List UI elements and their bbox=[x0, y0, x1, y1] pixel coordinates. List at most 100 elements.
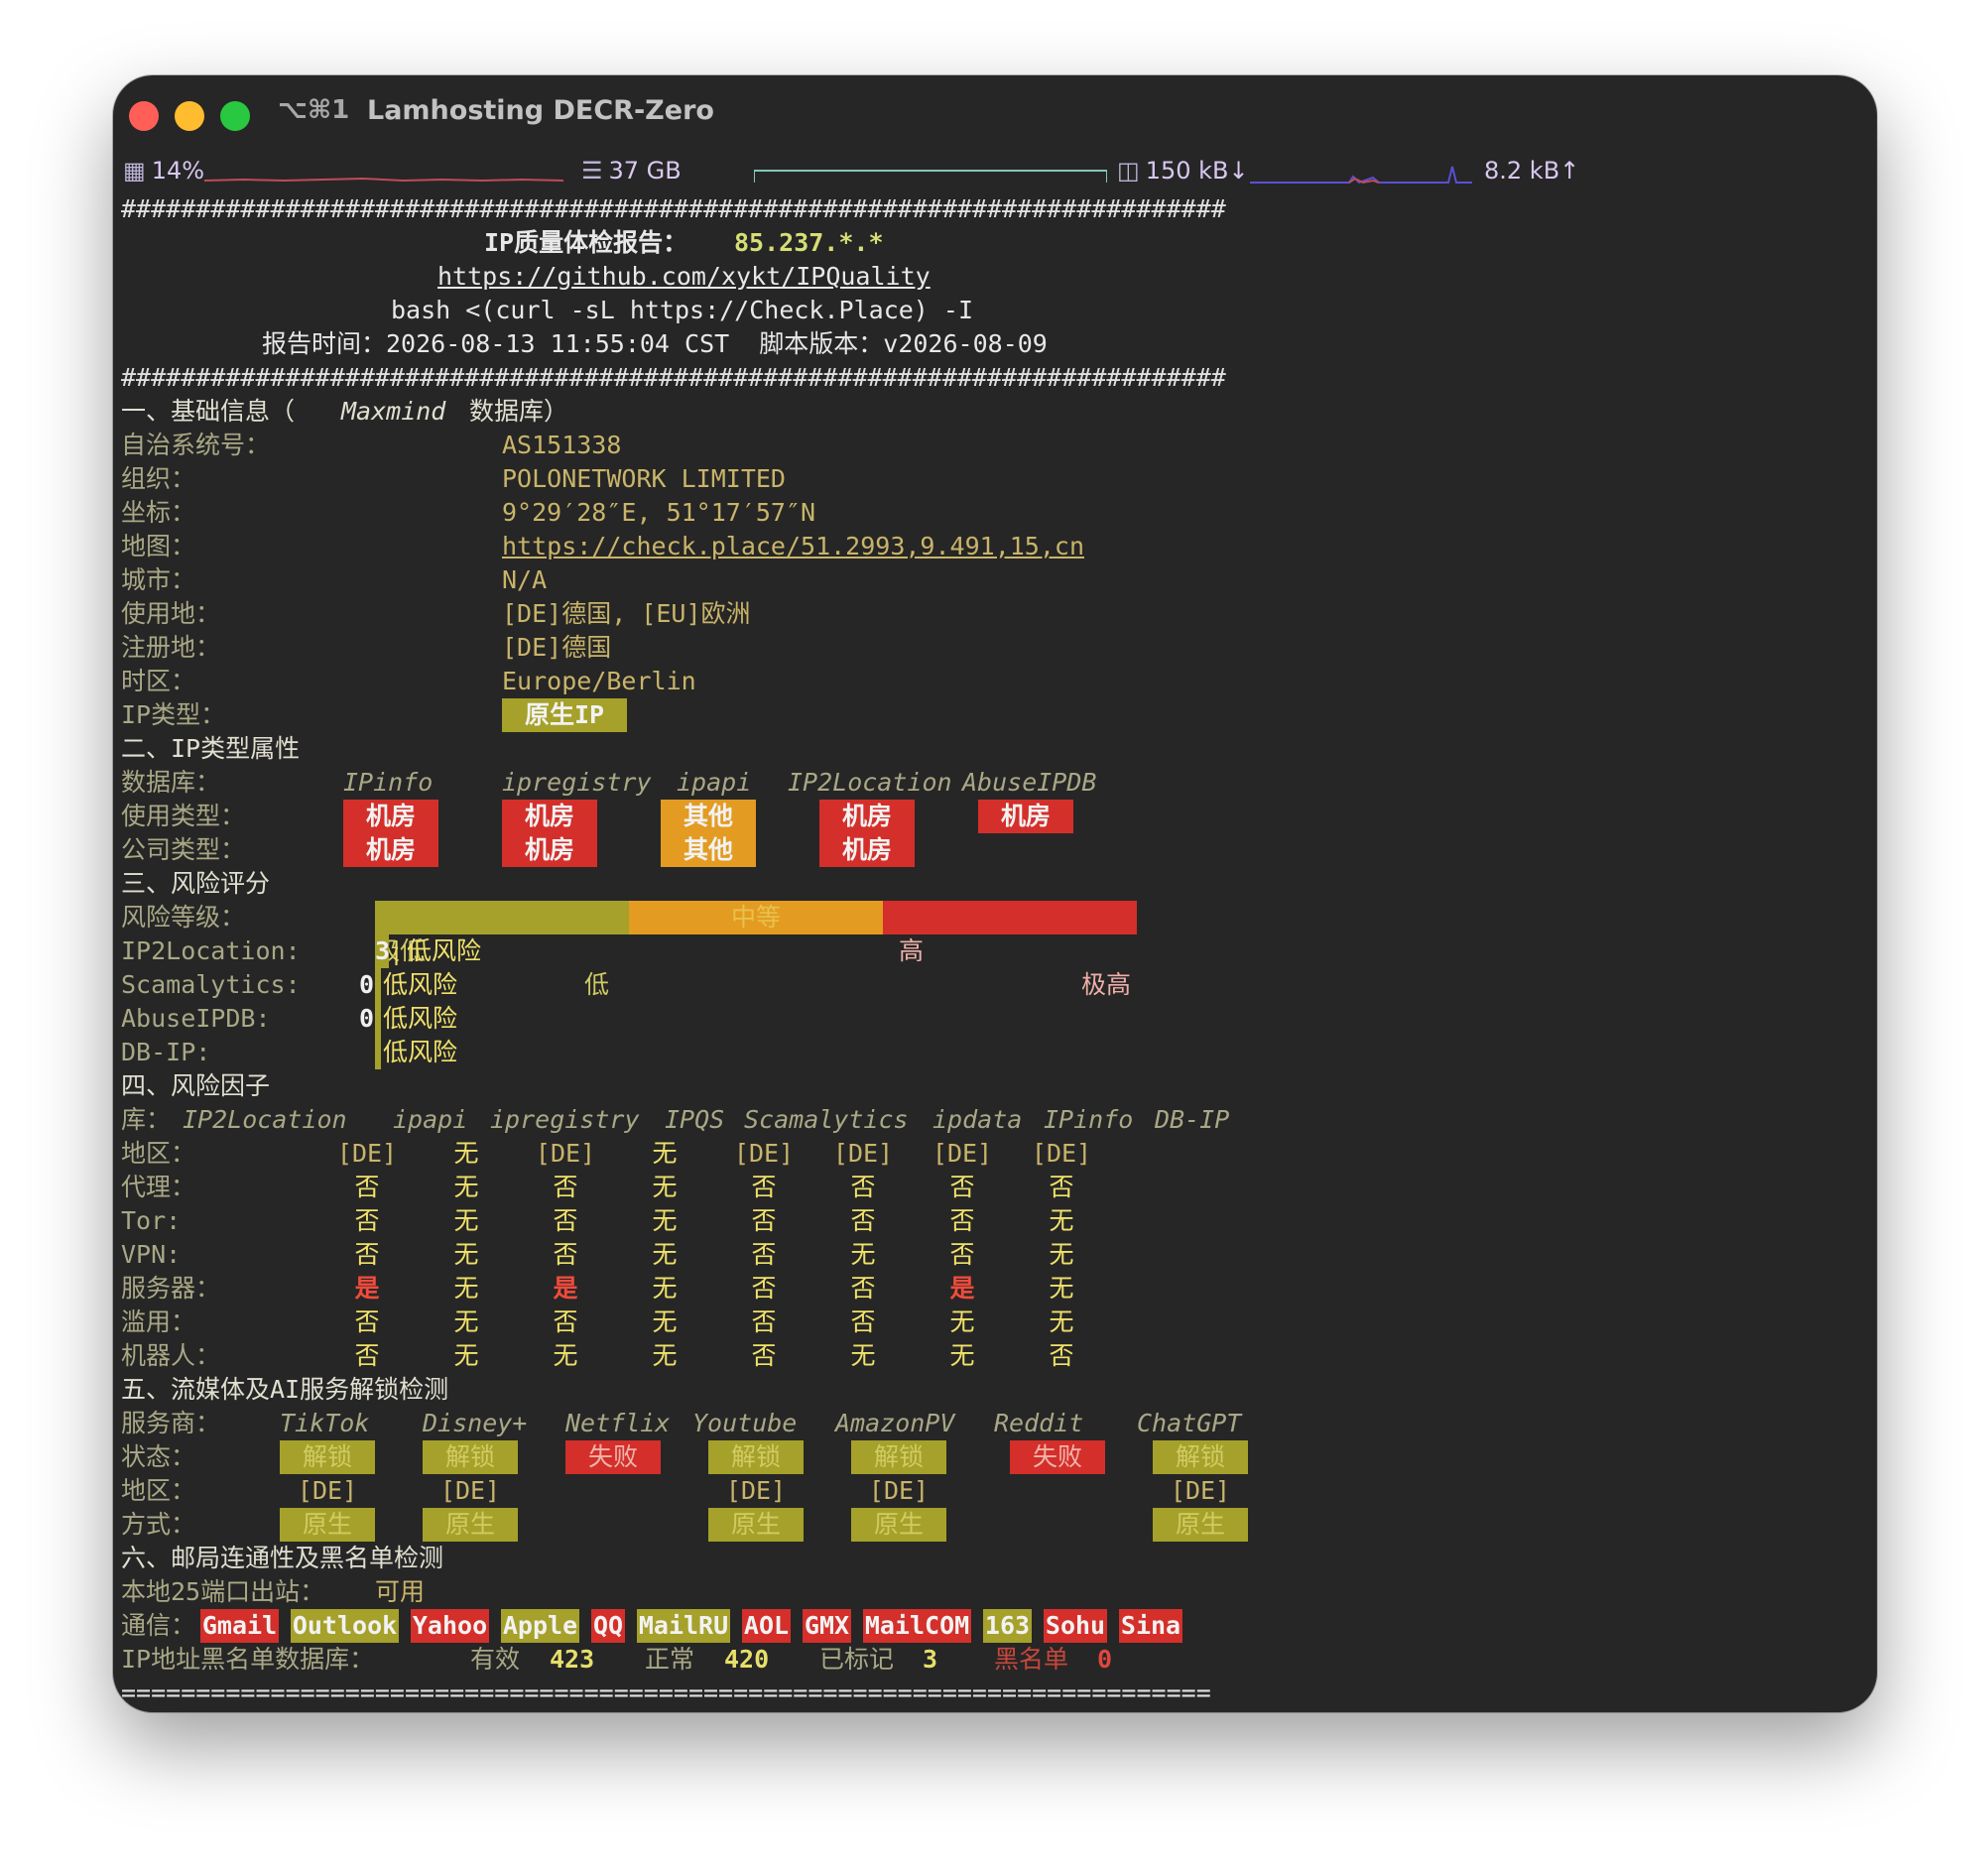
memory-status[interactable]: ☰ 37 GB bbox=[581, 157, 682, 185]
unlock-badge: 解锁 bbox=[851, 1440, 946, 1474]
section-6-title: 六、邮局连通性及黑名单检测 bbox=[121, 1544, 444, 1572]
mail-provider-badge: MailCOM bbox=[863, 1609, 971, 1643]
unlock-badge: 解锁 bbox=[423, 1440, 518, 1474]
window-title: Lamhosting DECR-Zero bbox=[367, 95, 714, 126]
close-button[interactable] bbox=[129, 101, 159, 131]
risk-factor-cell: 否 bbox=[751, 1307, 777, 1336]
network-down-status[interactable]: ◫ 150 kB↓ bbox=[1117, 157, 1249, 185]
risk-factor-cell: 否 bbox=[553, 1173, 578, 1201]
map-link[interactable]: https://check.place/51.2993,9.491,15,cn bbox=[502, 530, 1084, 563]
risk-factor-cell: 无 bbox=[949, 1307, 975, 1336]
risk-factor-cell: 无 bbox=[652, 1139, 678, 1168]
blacklist-row: IP地址黑名单数据库： 有效 423 正常 420 已标记 3 黑名单 0 bbox=[121, 1645, 1113, 1674]
risk-factor-cell: 否 bbox=[354, 1341, 380, 1370]
risk-score: 0 bbox=[359, 970, 375, 999]
risk-factor-cell: 无 bbox=[1049, 1206, 1074, 1235]
risk-factor-cell: 否 bbox=[949, 1206, 975, 1235]
risk-factor-cell: 无 bbox=[553, 1341, 578, 1370]
risk-factor-cell: 无 bbox=[453, 1139, 479, 1168]
risk-factor-cell: 否 bbox=[850, 1173, 876, 1201]
risk-factor-cell: 无 bbox=[850, 1240, 876, 1269]
risk-factor-cell: 否 bbox=[949, 1173, 975, 1201]
service-method-row: 方式： 原生 原生 原生 原生 原生 bbox=[121, 1508, 1877, 1542]
asn-row: 自治系统号： AS151338 bbox=[121, 431, 622, 459]
section-3-title: 三、风险评分 bbox=[121, 869, 271, 898]
repo-link[interactable]: https://github.com/xykt/IPQuality bbox=[437, 260, 931, 294]
memory-graph bbox=[754, 170, 1107, 183]
report-ip: 85.237.*.* bbox=[734, 228, 884, 257]
risk-factor-cell: 无 bbox=[453, 1307, 479, 1336]
usage-type-badge: 机房 bbox=[343, 800, 438, 833]
usage-type-badge: 其他 bbox=[661, 800, 756, 833]
risk-factor-cell: 无 bbox=[652, 1206, 678, 1235]
usage-location-row: 使用地： [DE]德国, [EU]欧洲 bbox=[121, 599, 751, 628]
risk-factor-cell: 否 bbox=[553, 1240, 578, 1269]
city-row: 城市： N/A bbox=[121, 565, 548, 594]
risk-factor-cell: 无 bbox=[1049, 1307, 1074, 1336]
risk-factor-row: VPN: 否无否无否无否无 bbox=[121, 1238, 1877, 1272]
company-type-badge: 机房 bbox=[819, 833, 915, 867]
risk-factor-cell: 否 bbox=[850, 1307, 876, 1336]
risk-factor-row: 地区： [DE] 无 [DE] 无 [DE] [DE] [DE] [DE] bbox=[121, 1137, 1877, 1171]
risk-scale-low: 极低 低 bbox=[375, 901, 629, 999]
terminal-window: ⌥⌘1 Lamhosting DECR-Zero ▦ 14% ☰ 37 GB ◫ 15… bbox=[113, 75, 1877, 1712]
window-shortcut: ⌥⌘1 bbox=[278, 95, 350, 125]
risk-factor-cell: 无 bbox=[453, 1240, 479, 1269]
company-type-row: 公司类型： 机房 机房 其他 机房 bbox=[121, 833, 1877, 867]
risk-score: 0 bbox=[359, 1004, 375, 1033]
risk-factor-cell: 无 bbox=[850, 1341, 876, 1370]
native-badge: 原生 bbox=[708, 1508, 804, 1542]
risk-factor-cell: 否 bbox=[354, 1307, 380, 1336]
risk-factor-table: 地区： [DE] 无 [DE] 无 [DE] [DE] [DE] [DE] 代理：否无否无否否否否… bbox=[121, 1137, 1877, 1373]
report-time: 报告时间：2026-08-13 11:55:04 CST 脚本版本：v2026-… bbox=[262, 329, 1048, 358]
risk-score: 3 bbox=[375, 934, 390, 968]
cpu-status[interactable]: ▦ 14% bbox=[123, 157, 204, 185]
zoom-button[interactable] bbox=[220, 101, 250, 131]
risk-factor-cell: 否 bbox=[751, 1341, 777, 1370]
risk-factor-cell: [DE] bbox=[832, 1139, 894, 1168]
service-header-row: 服务商： TikTok Disney+ Netflix Youtube Amaz… bbox=[121, 1409, 1242, 1437]
native-badge: 原生 bbox=[851, 1508, 946, 1542]
risk-row-ip2location: IP2Location: 3 | 低风险 bbox=[121, 934, 1877, 968]
title-bar: ⌥⌘1 Lamhosting DECR-Zero bbox=[113, 75, 1877, 165]
mail-provider-badge: Outlook bbox=[291, 1609, 399, 1643]
network-up-status[interactable]: 8.2 kB↑ bbox=[1484, 157, 1579, 185]
coordinates-row: 坐标： 9°29′28″E, 51°17′57″N bbox=[121, 498, 816, 527]
risk-factor-cell: 否 bbox=[553, 1307, 578, 1336]
risk-factor-cell: 无 bbox=[949, 1341, 975, 1370]
risk-row-scamalytics: Scamalytics: 0 低风险 bbox=[121, 968, 1877, 1002]
mail-provider-row: 通信： Gmail Outlook Yahoo Apple QQ MailRU AOL GMX… bbox=[121, 1609, 1877, 1643]
risk-bar bbox=[375, 1036, 381, 1069]
risk-row-abuseipdb: AbuseIPDB: 0 低风险 bbox=[121, 1002, 1877, 1036]
risk-bar bbox=[375, 1002, 381, 1036]
risk-factor-cell: 无 bbox=[652, 1173, 678, 1201]
minimize-button[interactable] bbox=[175, 101, 204, 131]
risk-factor-row: 代理：否无否无否否否否 bbox=[121, 1171, 1877, 1204]
mail-provider-badge: MailRU bbox=[637, 1609, 730, 1643]
risk-factor-cell: 无 bbox=[453, 1173, 479, 1201]
risk-factor-cell: [DE] bbox=[336, 1139, 398, 1168]
risk-factor-cell: [DE] bbox=[535, 1139, 596, 1168]
risk-factor-row: Tor: 否无否无否否否无 bbox=[121, 1204, 1877, 1238]
service-region-row: 地区： [DE] [DE] [DE] [DE] [DE] bbox=[121, 1476, 1231, 1505]
cpu-icon: ▦ bbox=[123, 157, 146, 185]
risk-scale-medium: 中等 bbox=[629, 901, 883, 934]
hash-line-bottom: ########################################… bbox=[121, 363, 1226, 392]
network-graph bbox=[1250, 166, 1472, 185]
risk-factor-cell: 否 bbox=[751, 1173, 777, 1201]
mail-provider-badge: AOL bbox=[742, 1609, 791, 1643]
risk-factor-row: 滥用：否无否无否否无无 bbox=[121, 1306, 1877, 1339]
risk-factor-cell: 是 bbox=[354, 1274, 380, 1303]
report-title-line: IP质量体检报告： 85.237.*.* bbox=[121, 226, 1877, 260]
native-badge: 原生 bbox=[1153, 1508, 1248, 1542]
check-command: bash <(curl -sL https://Check.Place) -I bbox=[391, 296, 973, 324]
section-4-title: 四、风险因子 bbox=[121, 1071, 271, 1100]
native-badge: 原生 bbox=[280, 1508, 375, 1542]
mail-provider-badge: Sohu bbox=[1044, 1609, 1107, 1643]
risk-row-dbip: DB-IP: 低风险 bbox=[121, 1036, 1877, 1069]
hash-line-top: ########################################… bbox=[121, 194, 1226, 223]
company-type-badge: 机房 bbox=[502, 833, 597, 867]
risk-factor-cell: 否 bbox=[1049, 1173, 1074, 1201]
risk-scale-high: 高 极高 bbox=[883, 901, 1137, 999]
memory-icon: ☰ bbox=[581, 157, 603, 185]
